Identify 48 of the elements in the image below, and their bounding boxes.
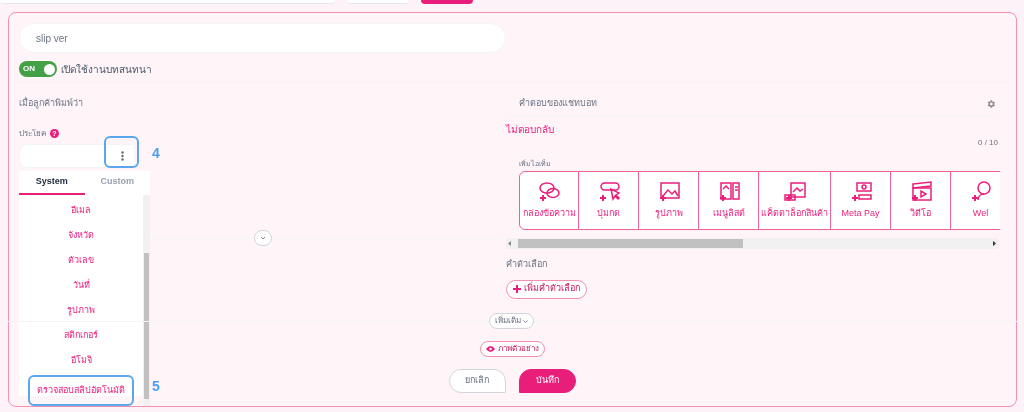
toggle-text: ON xyxy=(23,63,35,75)
menu-item[interactable]: ตัวเลข xyxy=(19,248,143,273)
preview-button[interactable]: ภาพตัวอย่าง xyxy=(479,341,545,357)
highlight-frame xyxy=(104,136,139,168)
character-counter: 0 / 10 xyxy=(978,136,998,149)
more-button[interactable]: เพิ่มเติม xyxy=(489,313,534,329)
chevron-down-icon xyxy=(523,319,528,323)
add-item-tile[interactable]: แค็ตตาล็อกสินค้า xyxy=(759,171,831,230)
annotation-number: 5 xyxy=(152,377,160,396)
add-item-tile[interactable]: เมนูลิสต์ xyxy=(699,171,759,230)
section-heading: เมื่อลูกค้าพิมพ์ว่า xyxy=(19,97,84,111)
sentence-field[interactable] xyxy=(19,143,135,168)
more-options-icon[interactable] xyxy=(121,150,124,161)
section-heading: คำตัวเลือก xyxy=(506,258,548,271)
toggle-label: เปิดใช้งานบทสนทนา xyxy=(61,62,152,77)
scroll-left-icon[interactable] xyxy=(508,241,512,246)
horizontal-scrollbar[interactable] xyxy=(506,238,998,249)
add-item-tile[interactable]: วิดีโอ xyxy=(891,171,951,230)
menu-item[interactable]: วันที่ xyxy=(19,273,143,298)
menu-item[interactable]: รูปภาพ xyxy=(19,298,143,323)
cancel-button[interactable]: ยกเลิก xyxy=(448,369,506,393)
field-label: ประโยค xyxy=(19,127,46,140)
eye-icon xyxy=(485,346,495,352)
toggle-switch[interactable]: ON xyxy=(19,61,57,77)
name-field[interactable]: slip ver xyxy=(19,23,506,53)
menu-item[interactable]: จังหวัด xyxy=(19,223,143,248)
add-item-tile[interactable]: Meta Pay xyxy=(831,171,891,230)
scroll-right-icon[interactable] xyxy=(992,241,996,246)
add-item-tile[interactable]: Wel xyxy=(951,171,1000,230)
menu-tab[interactable]: System xyxy=(19,171,85,195)
add-item-tile[interactable]: กล่องข้อความ xyxy=(519,171,579,230)
scrollbar-thumb[interactable] xyxy=(144,253,149,399)
chevron-down-icon xyxy=(260,236,266,240)
scrollbar[interactable] xyxy=(143,195,150,406)
add-item-tile[interactable]: รูปภาพ xyxy=(639,171,699,230)
save-button[interactable]: บันทึก xyxy=(518,369,576,393)
menu-item[interactable]: อีโมจิ xyxy=(19,348,143,373)
reply-mode-text: ไม่ตอบกลับ xyxy=(506,122,555,137)
menu-item[interactable]: สติกเกอร์ xyxy=(19,323,143,348)
add-item-tile[interactable]: ปุ่มกด xyxy=(579,171,639,230)
menu-item[interactable]: อีเมล xyxy=(19,198,143,223)
settings-icon[interactable] xyxy=(986,98,996,109)
menu-item[interactable]: ตรวจสอบสลิปอัตโนมัติ xyxy=(28,375,134,406)
section-heading: คำตอบของแชทบอท xyxy=(519,97,597,110)
menu-tab[interactable]: Custom xyxy=(84,171,150,195)
plus-icon xyxy=(513,285,521,293)
annotation-number: 4 xyxy=(152,144,160,163)
scrollbar-thumb[interactable] xyxy=(518,239,743,248)
